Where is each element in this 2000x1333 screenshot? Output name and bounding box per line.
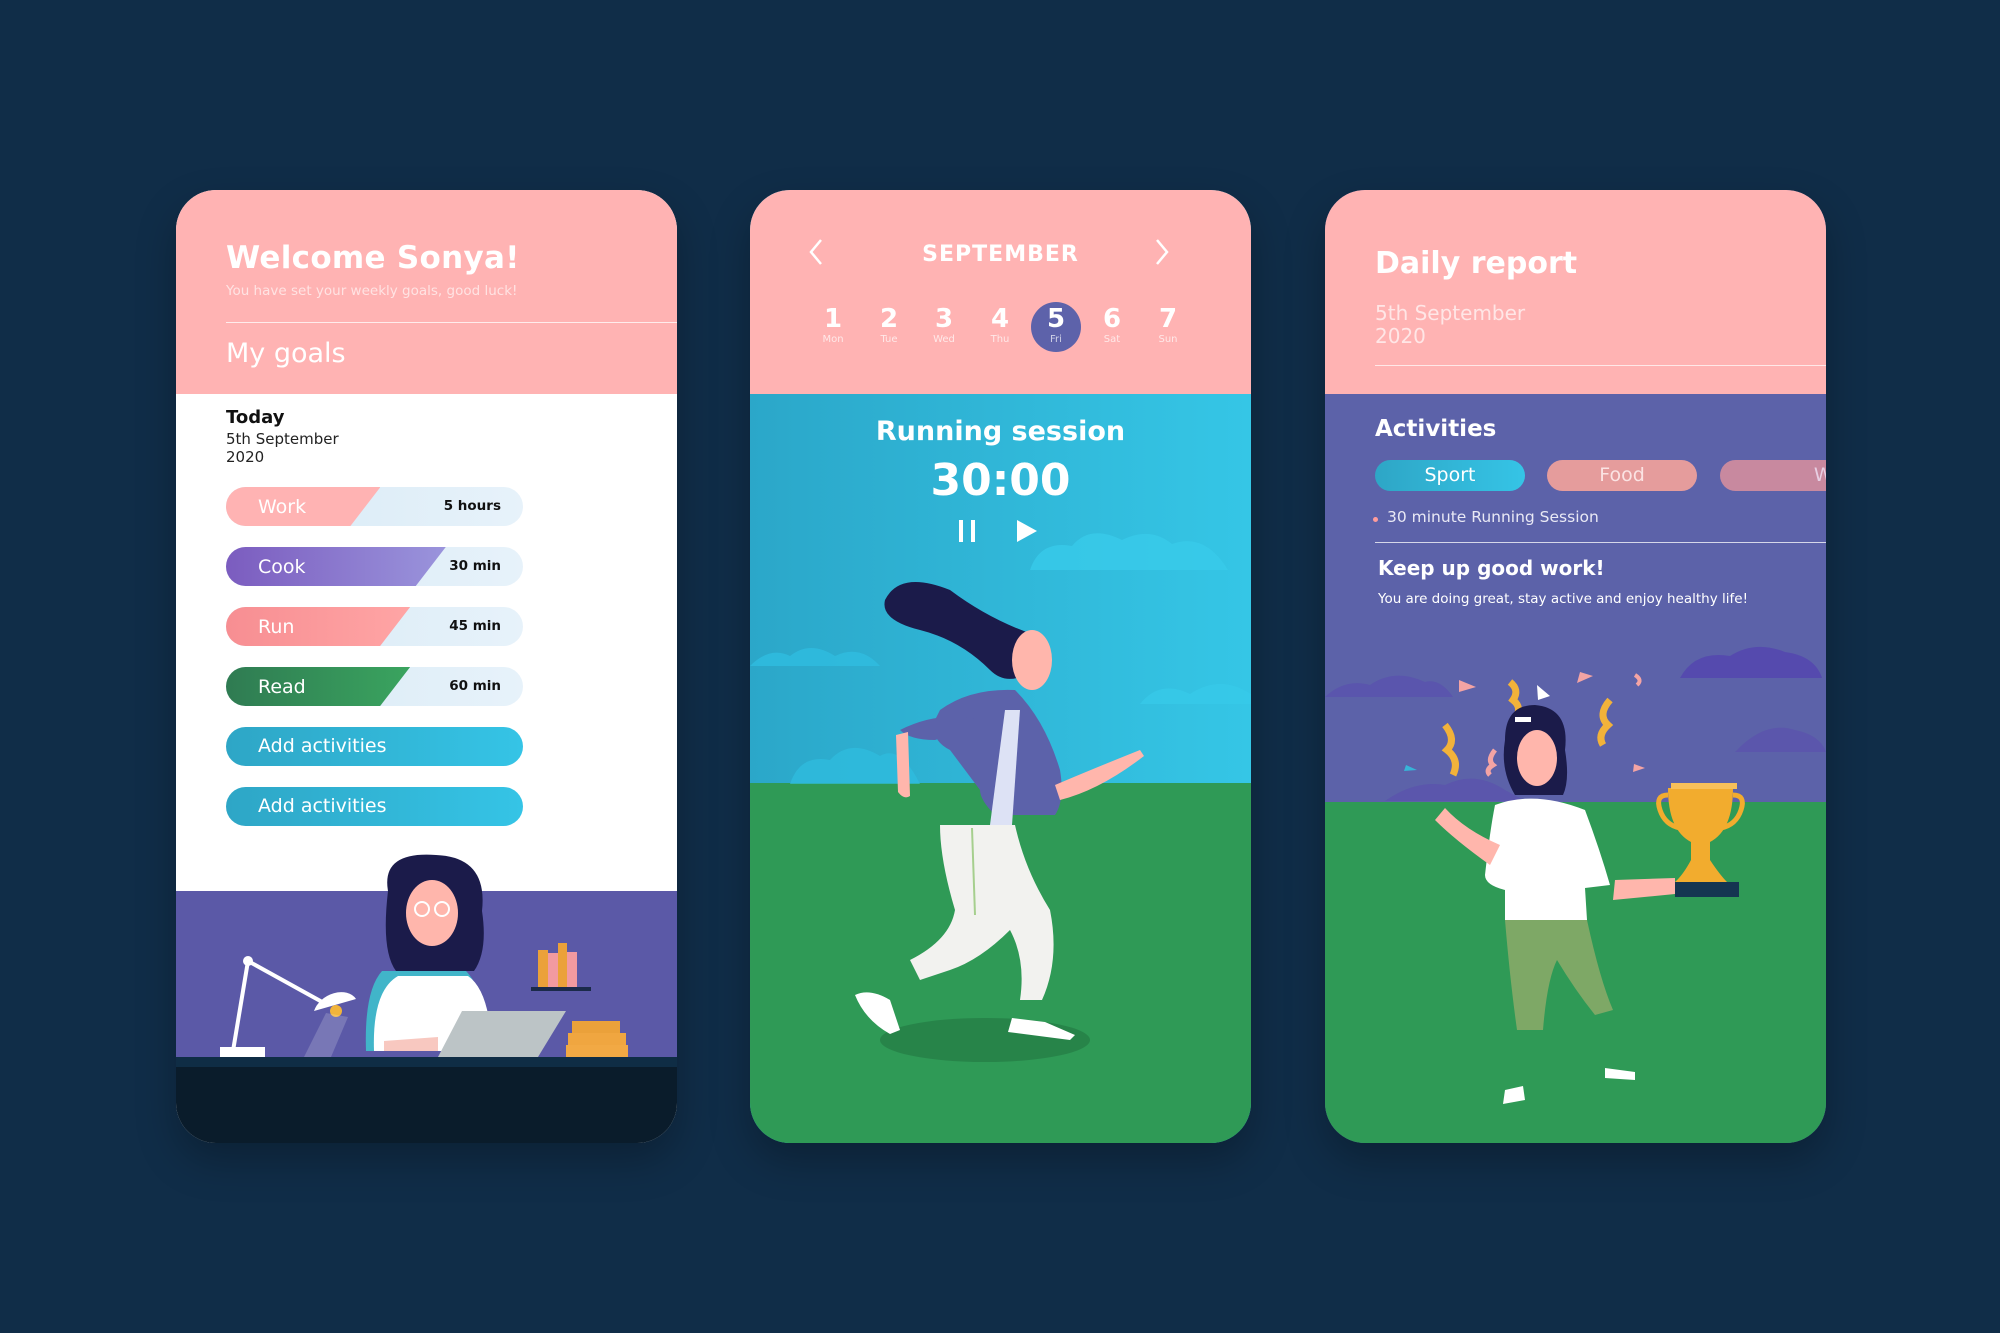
- runner-illustration: [855, 582, 1144, 1062]
- goal-label: Work: [258, 496, 307, 518]
- today-label: Today: [226, 407, 285, 428]
- report-screen: Daily report 5th September 2020 Activiti…: [1325, 190, 1826, 1143]
- category-pill-food[interactable]: Food: [1547, 460, 1697, 491]
- calendar-header: [750, 190, 1251, 394]
- day-4[interactable]: 4 Thu: [975, 304, 1025, 346]
- goal-value: 5 hours: [443, 498, 501, 514]
- report-title: Daily report: [1375, 246, 1578, 281]
- pause-icon[interactable]: [956, 518, 980, 544]
- goal-label: Read: [258, 676, 306, 698]
- header-divider: [226, 322, 677, 323]
- day-3[interactable]: 3 Wed: [919, 304, 969, 346]
- goal-bar-cook[interactable]: Cook 30 min: [226, 547, 523, 586]
- goal-progress-fill: [226, 667, 410, 706]
- month-label: SEPTEMBER: [922, 242, 1079, 267]
- goal-bar-work[interactable]: Work 5 hours: [226, 487, 523, 526]
- add-activities-button[interactable]: Add activities: [226, 787, 523, 826]
- section-divider: [1375, 542, 1826, 543]
- report-date-line2: 2020: [1375, 324, 1426, 348]
- activity-item: 30 minute Running Session: [1387, 508, 1599, 526]
- day-number: 7: [1158, 304, 1178, 334]
- trophy-winner-illustration: [1404, 672, 1745, 1104]
- woman-figure: [1435, 705, 1675, 1104]
- day-2[interactable]: 2 Tue: [864, 304, 914, 346]
- day-name: Tue: [880, 334, 898, 345]
- goal-value: 60 min: [449, 678, 501, 694]
- activities-heading: Activities: [1375, 416, 1497, 442]
- today-date: 5th September 2020: [226, 430, 339, 466]
- encouragement-title: Keep up good work!: [1378, 556, 1605, 580]
- day-name: Wed: [933, 334, 955, 345]
- today-date-line2: 2020: [226, 448, 265, 466]
- goal-bar-run[interactable]: Run 45 min: [226, 607, 523, 646]
- goal-bar-read[interactable]: Read 60 min: [226, 667, 523, 706]
- day-name: Sun: [1158, 334, 1178, 345]
- goal-progress-fill: [226, 607, 410, 646]
- day-number: 1: [823, 304, 843, 334]
- session-timer: 30:00: [930, 455, 1071, 506]
- goal-value: 45 min: [449, 618, 501, 634]
- bullet-icon: [1373, 517, 1378, 522]
- desk-edge: [176, 1057, 677, 1067]
- day-number: 6: [1102, 304, 1122, 334]
- working-illustration: [176, 854, 677, 1143]
- category-pill-sport[interactable]: Sport: [1375, 460, 1525, 491]
- day-5-selected[interactable]: 5 Fri: [1031, 302, 1081, 352]
- day-number: 3: [934, 304, 954, 334]
- header-divider: [1375, 365, 1826, 366]
- goal-value: 30 min: [449, 558, 501, 574]
- today-date-line1: 5th September: [226, 430, 339, 448]
- day-number: 2: [879, 304, 899, 334]
- day-number: 5: [1046, 304, 1066, 334]
- welcome-title: Welcome Sonya!: [226, 240, 520, 276]
- desk-lamp-icon: [220, 956, 356, 1057]
- day-7[interactable]: 7 Sun: [1143, 304, 1193, 346]
- day-name: Sat: [1103, 334, 1121, 345]
- session-title: Running session: [875, 416, 1126, 447]
- session-screen: SEPTEMBER 1 Mon 2 Tue 3 Wed 4 Thu 5 Fri …: [750, 190, 1251, 1143]
- goal-label: Cook: [258, 556, 306, 578]
- play-icon[interactable]: [1015, 518, 1039, 544]
- welcome-screen: Welcome Sonya! You have set your weekly …: [176, 190, 677, 1143]
- bookshelf-icon: [531, 943, 591, 991]
- category-pill-work[interactable]: Work: [1720, 460, 1826, 491]
- day-1[interactable]: 1 Mon: [808, 304, 858, 346]
- day-name: Mon: [822, 334, 844, 345]
- day-6[interactable]: 6 Sat: [1087, 304, 1137, 346]
- day-name: Fri: [1050, 334, 1062, 345]
- day-number: 4: [990, 304, 1010, 334]
- books-stack-icon: [566, 1021, 628, 1057]
- report-date: 5th September 2020: [1375, 302, 1525, 348]
- welcome-subtitle: You have set your weekly goals, good luc…: [226, 283, 518, 299]
- report-header: [1325, 190, 1826, 394]
- chevron-right-icon[interactable]: [1154, 238, 1170, 266]
- add-activities-button[interactable]: Add activities: [226, 727, 523, 766]
- day-name: Thu: [990, 334, 1010, 345]
- report-date-line1: 5th September: [1375, 301, 1526, 325]
- desk-scene-art: [220, 854, 628, 1057]
- my-goals-heading: My goals: [226, 338, 346, 369]
- goal-label: Run: [258, 616, 295, 638]
